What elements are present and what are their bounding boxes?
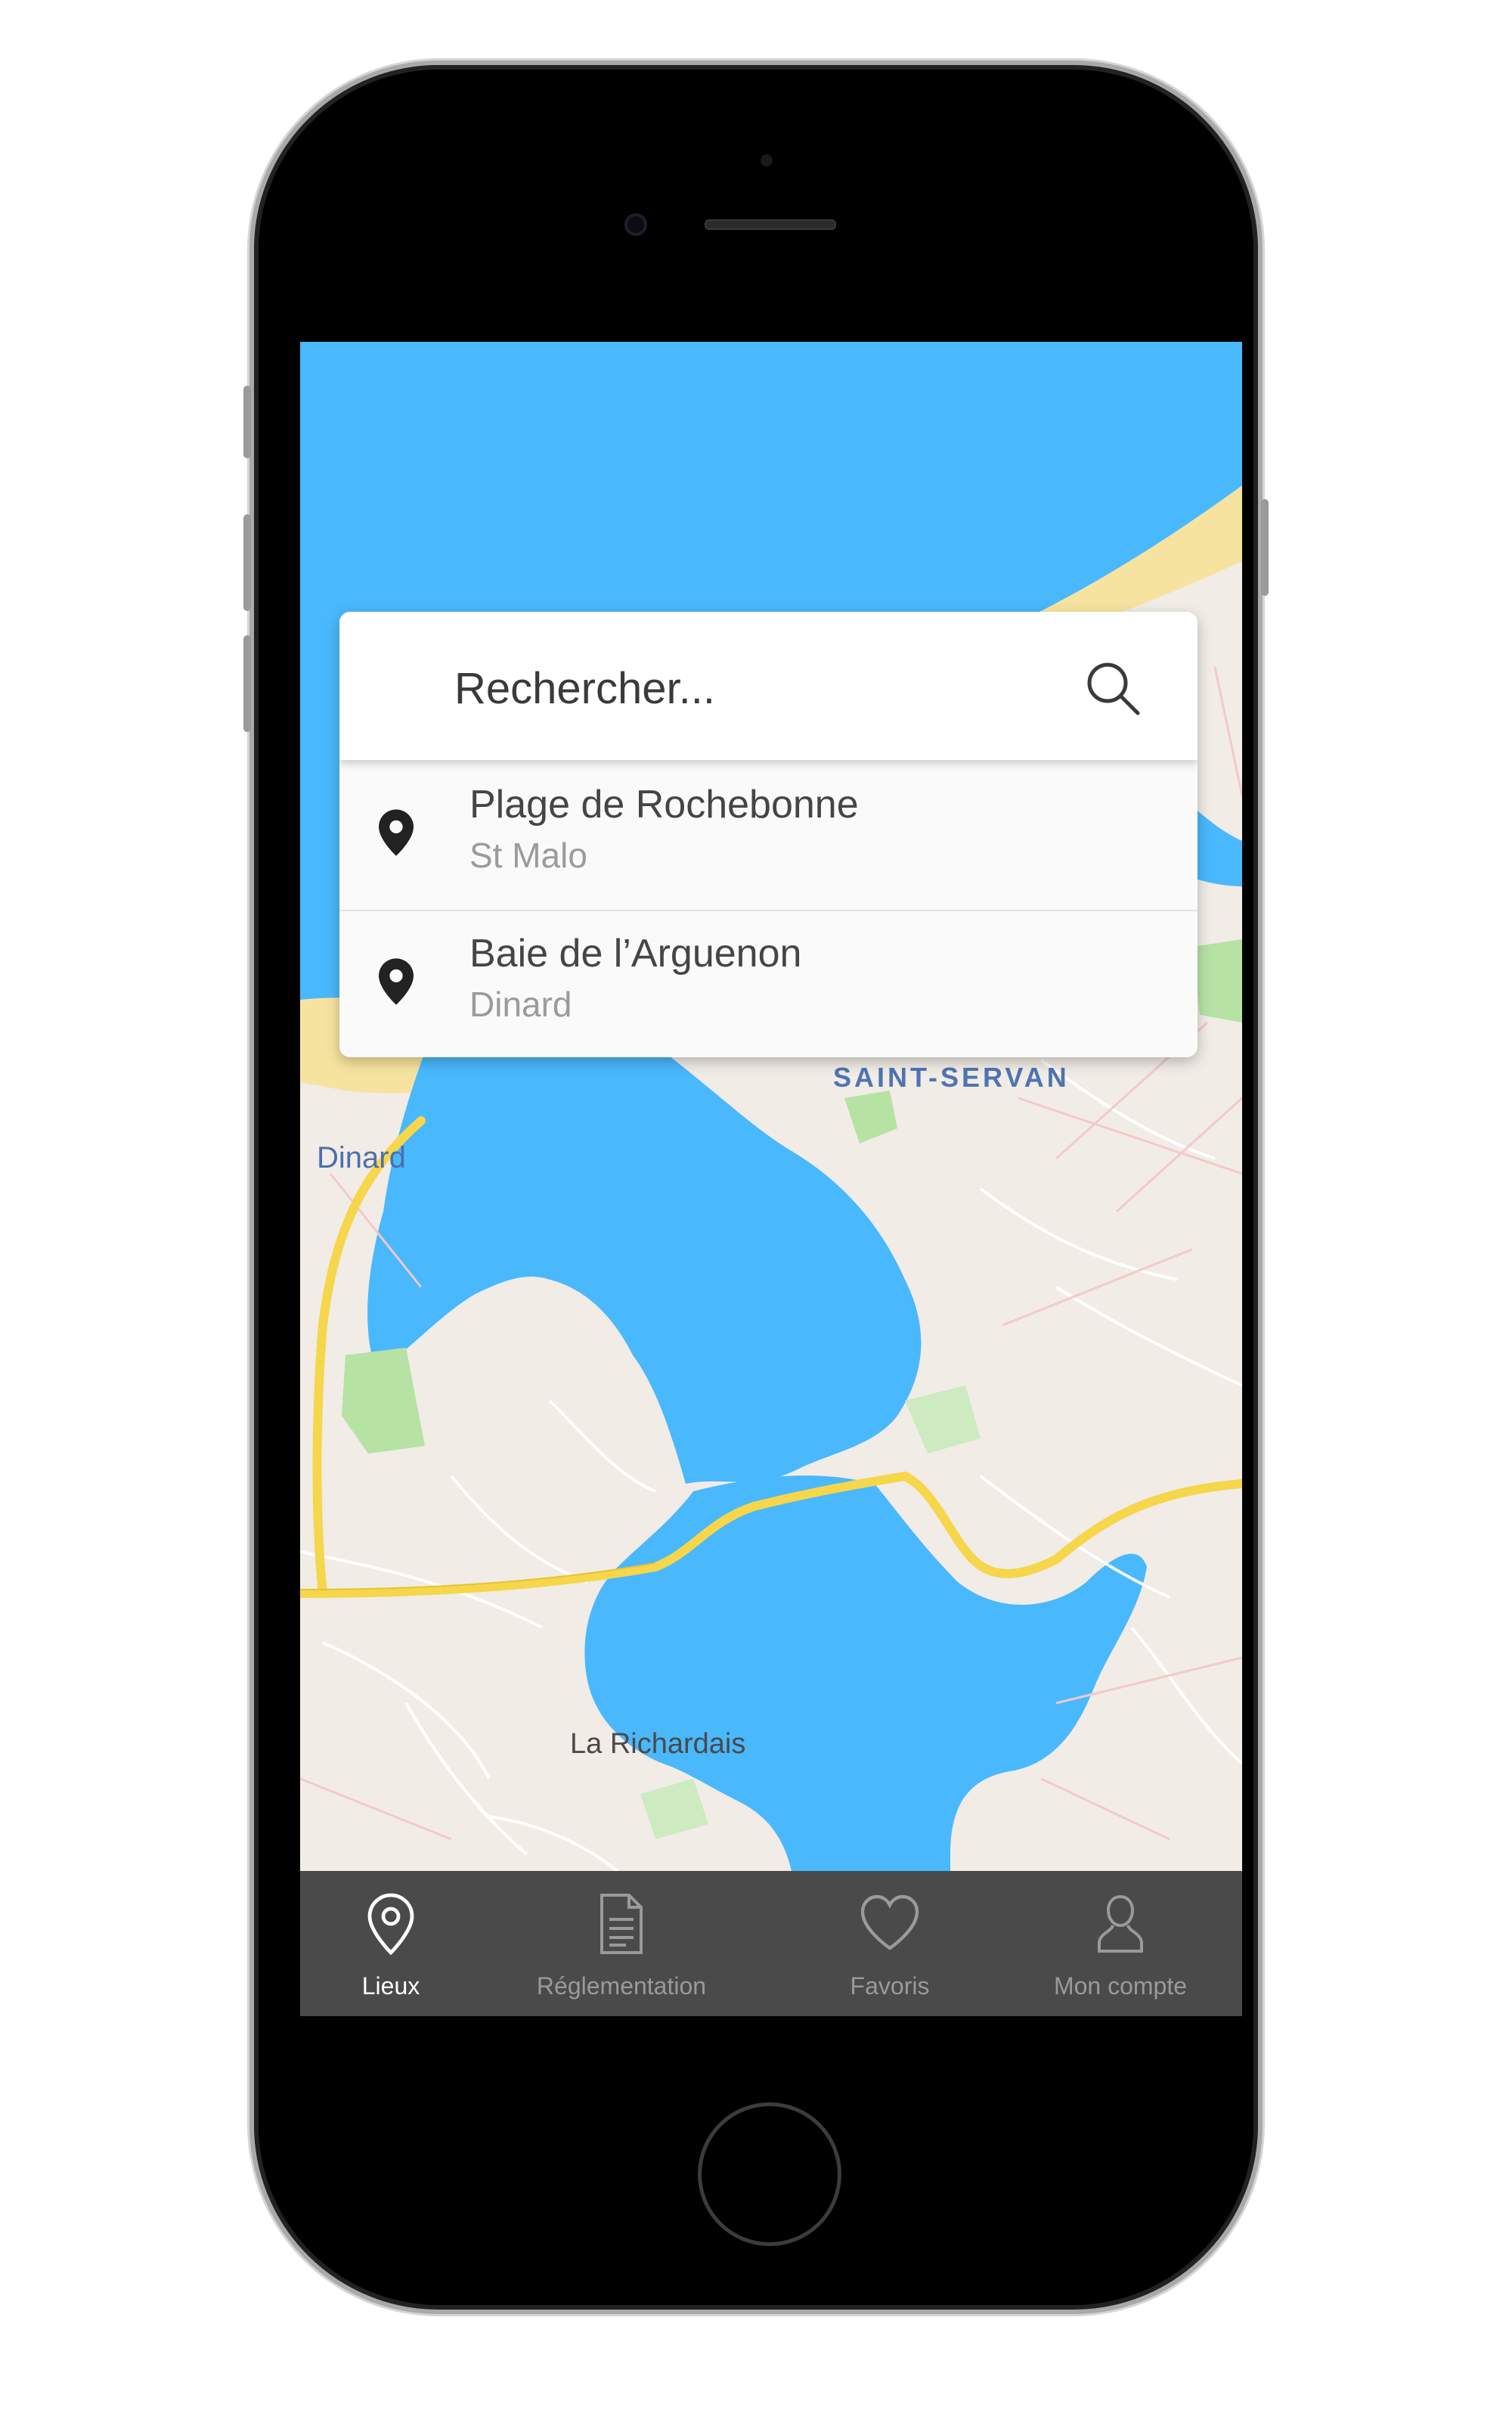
document-icon <box>600 1894 643 1954</box>
search-result-item[interactable]: Baie de l’Arguenon Dinard <box>339 911 1198 1057</box>
search-icon[interactable] <box>1082 657 1142 718</box>
search-bar <box>339 612 1198 760</box>
search-input[interactable] <box>453 650 1061 727</box>
result-subtitle: St Malo <box>469 836 587 875</box>
location-pin-icon <box>379 809 414 856</box>
volume-down-button <box>243 635 251 732</box>
tab-bar: Lieux Réglementation Favoris Mon compte <box>300 1871 1242 2016</box>
mute-switch <box>243 386 251 458</box>
map-label-dinard: Dinard <box>317 1141 406 1174</box>
tab-label: Lieux <box>361 1972 420 2000</box>
tab-favoris[interactable]: Favoris <box>784 1871 996 2016</box>
power-button <box>1261 499 1269 596</box>
tab-lieux[interactable]: Lieux <box>300 1871 482 2016</box>
location-pin-icon <box>379 958 414 1005</box>
map-view[interactable]: SAINT-SERVAN Dinard La Richardais <box>300 342 1242 1871</box>
tab-label: Favoris <box>850 1972 930 2000</box>
proximity-sensor <box>761 154 773 166</box>
tab-mon-compte[interactable]: Mon compte <box>1003 1871 1238 2016</box>
heart-icon <box>860 1894 919 1950</box>
search-result-item[interactable]: Plage de Rochebonne St Malo <box>339 762 1198 911</box>
home-button[interactable] <box>698 2102 841 2246</box>
search-card: Plage de Rochebonne St Malo Baie de l’Ar… <box>339 612 1198 1057</box>
user-icon <box>1098 1894 1143 1953</box>
volume-up-button <box>243 514 251 611</box>
earpiece-speaker <box>705 219 836 230</box>
tab-label: Mon compte <box>1053 1972 1188 2000</box>
result-title: Baie de l’Arguenon <box>469 932 802 976</box>
map-label-saint-servan: SAINT-SERVAN <box>833 1062 1070 1093</box>
result-title: Plage de Rochebonne <box>469 783 859 827</box>
tab-label: Réglementation <box>536 1972 707 2000</box>
result-subtitle: Dinard <box>469 985 572 1024</box>
map-label-la-richardais: La Richardais <box>570 1728 745 1760</box>
location-pin-outline-icon <box>367 1893 414 1956</box>
front-camera <box>624 213 647 236</box>
tab-reglementation[interactable]: Réglementation <box>489 1871 754 2016</box>
app-screen: SAINT-SERVAN Dinard La Richardais Plage … <box>300 342 1242 2016</box>
